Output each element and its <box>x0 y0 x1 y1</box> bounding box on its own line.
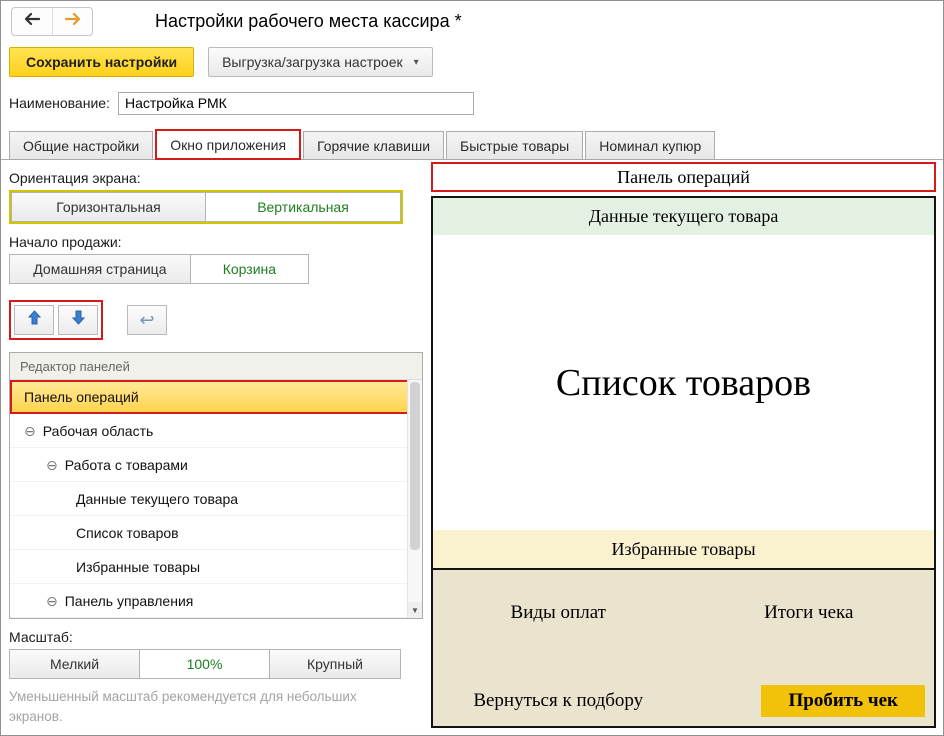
collapse-icon[interactable]: ⊖ <box>46 458 58 472</box>
panel-order-controls: ↩ <box>9 299 423 341</box>
orientation-focus-frame: Горизонтальная Вертикальная <box>9 190 403 224</box>
save-settings-button[interactable]: Сохранить настройки <box>9 47 194 77</box>
scrollbar-thumb[interactable] <box>410 382 420 550</box>
name-input[interactable] <box>118 92 474 115</box>
move-up-button[interactable] <box>14 305 54 335</box>
tree-row-label: Работа с товарами <box>65 457 188 473</box>
tree-header: Редактор панелей <box>10 353 422 380</box>
tab-hotkeys[interactable]: Горячие клавиши <box>303 131 444 159</box>
scale-toggle: Мелкий 100% Крупный <box>9 649 401 679</box>
preview-pay-row: Виды оплат Итоги чека <box>433 570 934 624</box>
forward-arrow-icon <box>65 12 81 30</box>
scroll-down-icon: ▼ <box>411 606 419 615</box>
tree-row-label: Панель операций <box>24 389 139 405</box>
tab-general-settings[interactable]: Общие настройки <box>9 131 153 159</box>
preview-main-box: Данные текущего товара Список товаров Из… <box>431 196 936 728</box>
content-area: Ориентация экрана: Горизонтальная Вертик… <box>1 160 943 734</box>
forward-button[interactable] <box>52 8 92 35</box>
orientation-option-horizontal[interactable]: Горизонтальная <box>12 193 206 221</box>
sale-start-option-cart[interactable]: Корзина <box>191 255 308 283</box>
app-window: Настройки рабочего места кассира * Сохра… <box>0 0 944 736</box>
preview-bottom-row: Вернуться к подбору Пробить чек <box>433 685 934 717</box>
preview-punch-wrap: Пробить чек <box>684 685 935 717</box>
preview-punch-receipt-button[interactable]: Пробить чек <box>761 685 925 717</box>
scale-hint-text: Уменьшенный масштаб рекомендуется для не… <box>9 687 401 726</box>
tree-row-favorites[interactable]: Избранные товары <box>10 550 422 584</box>
tree-row-items-list[interactable]: Список товаров <box>10 516 422 550</box>
tree-row-label: Рабочая область <box>43 423 154 439</box>
tree-row-operations-panel[interactable]: Панель операций <box>10 380 422 414</box>
preview-favorites[interactable]: Избранные товары <box>433 530 934 568</box>
tree-row-current-item-data[interactable]: Данные текущего товара <box>10 482 422 516</box>
arrow-up-icon <box>28 310 41 330</box>
chevron-down-icon: ▾ <box>414 57 419 68</box>
panel-editor-tree: Редактор панелей Панель операций ⊖ Рабоч… <box>9 352 423 619</box>
tree-row-control-panel[interactable]: ⊖ Панель управления <box>10 584 422 618</box>
sale-start-option-home[interactable]: Домашняя страница <box>10 255 191 283</box>
sale-start-label: Начало продажи: <box>9 234 423 250</box>
name-field-row: Наименование: <box>1 81 943 117</box>
tree-row-label: Избранные товары <box>76 559 200 575</box>
arrow-down-icon <box>72 310 85 330</box>
orientation-option-vertical[interactable]: Вертикальная <box>206 193 400 221</box>
scrollbar-down-button[interactable]: ▼ <box>408 602 422 618</box>
tree-rows: Панель операций ⊖ Рабочая область ⊖ Рабо… <box>10 380 422 618</box>
tree-row-goods-work[interactable]: ⊖ Работа с товарами <box>10 448 422 482</box>
orientation-toggle: Горизонтальная Вертикальная <box>11 192 401 222</box>
tab-banknotes[interactable]: Номинал купюр <box>585 131 715 159</box>
toolbar: Сохранить настройки Выгрузка/загрузка на… <box>1 41 943 81</box>
preview-items-list[interactable]: Список товаров <box>433 235 934 530</box>
tree-row-label: Список товаров <box>76 525 179 541</box>
tab-bar: Общие настройки Окно приложения Горячие … <box>1 130 943 160</box>
tree-row-work-area[interactable]: ⊖ Рабочая область <box>10 414 422 448</box>
tree-scrollbar[interactable]: ▼ <box>407 380 422 618</box>
orientation-label: Ориентация экрана: <box>9 170 423 186</box>
export-button-label: Выгрузка/загрузка настроек <box>222 54 403 70</box>
move-buttons-highlight <box>9 300 103 340</box>
name-field-label: Наименование: <box>9 95 110 111</box>
layout-preview: Панель операций Данные текущего товара С… <box>431 160 943 734</box>
preview-current-item-data[interactable]: Данные текущего товара <box>433 198 934 235</box>
scale-option-large[interactable]: Крупный <box>270 650 400 678</box>
tab-application-window[interactable]: Окно приложения <box>155 129 301 160</box>
title-bar: Настройки рабочего места кассира * <box>1 1 943 41</box>
collapse-icon[interactable]: ⊖ <box>24 424 36 438</box>
tab-quick-goods[interactable]: Быстрые товары <box>446 131 583 159</box>
tree-row-label: Панель управления <box>65 593 194 609</box>
tree-row-label: Данные текущего товара <box>76 491 238 507</box>
scale-option-small[interactable]: Мелкий <box>10 650 140 678</box>
nav-button-group <box>11 7 93 36</box>
back-button[interactable] <box>12 8 52 35</box>
export-import-settings-button[interactable]: Выгрузка/загрузка настроек ▾ <box>208 47 433 77</box>
scale-label: Масштаб: <box>9 629 423 645</box>
back-arrow-icon <box>24 12 40 30</box>
undo-icon: ↩ <box>139 311 154 329</box>
settings-panel: Ориентация экрана: Горизонтальная Вертик… <box>1 160 431 734</box>
preview-back-to-selection[interactable]: Вернуться к подбору <box>433 690 684 712</box>
sale-start-toggle: Домашняя страница Корзина <box>9 254 309 284</box>
preview-payment-types[interactable]: Виды оплат <box>433 602 684 624</box>
scale-option-100[interactable]: 100% <box>140 650 270 678</box>
preview-operations-panel[interactable]: Панель операций <box>431 162 936 192</box>
reset-panels-button[interactable]: ↩ <box>127 305 167 335</box>
move-down-button[interactable] <box>58 305 98 335</box>
page-title: Настройки рабочего места кассира * <box>155 11 462 32</box>
preview-control-panel[interactable]: Виды оплат Итоги чека Вернуться к подбор… <box>433 568 934 726</box>
collapse-icon[interactable]: ⊖ <box>46 594 58 608</box>
preview-receipt-totals[interactable]: Итоги чека <box>684 602 935 624</box>
